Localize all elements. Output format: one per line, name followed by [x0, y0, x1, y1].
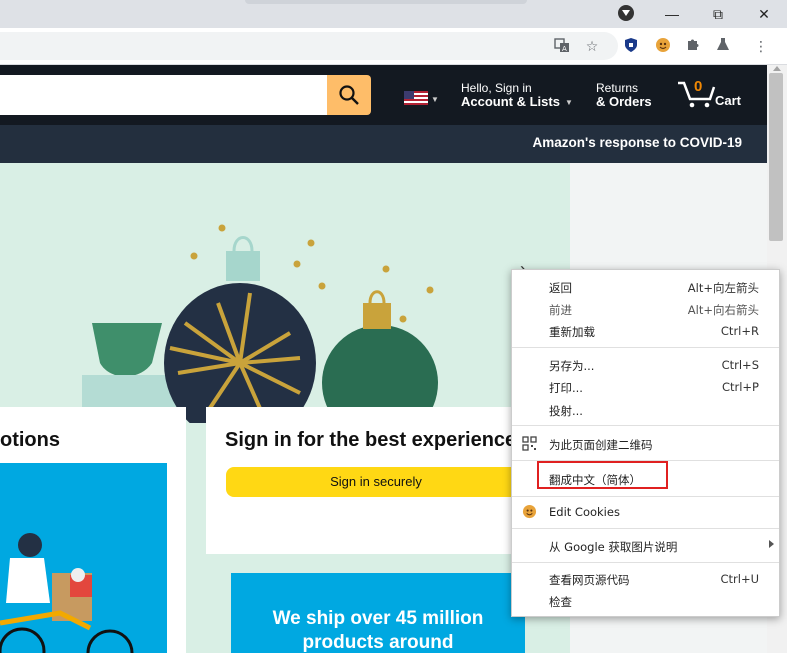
- returns-label[interactable]: Returns: [596, 81, 638, 95]
- chevron-down-icon: ▼: [565, 98, 573, 107]
- close-icon[interactable]: ✕: [741, 6, 787, 23]
- minimize-icon[interactable]: —: [649, 6, 695, 22]
- restore-icon[interactable]: ⧉: [695, 6, 741, 23]
- cyclist-illustration: [0, 533, 134, 658]
- orders-label[interactable]: & Orders: [596, 94, 652, 109]
- kebab-menu-icon[interactable]: ⋮: [752, 37, 770, 55]
- search-input[interactable]: [0, 75, 327, 115]
- menu-item-forward[interactable]: 前进 Alt+向右箭头: [512, 298, 779, 320]
- menu-separator: [512, 347, 779, 348]
- menu-separator: [512, 496, 779, 497]
- chevron-down-icon: ▼: [431, 95, 439, 104]
- ship-line-1: We ship over 45 million: [272, 608, 484, 629]
- cart-count: 0: [694, 78, 703, 95]
- ornaments-illustration: [82, 224, 438, 443]
- menu-item-google-lens[interactable]: 从 Google 获取图片说明: [512, 535, 779, 557]
- menu-item-view-source[interactable]: 查看网页源代码 Ctrl+U: [512, 568, 779, 590]
- browser-toolbar: A ☆ ⋮: [0, 28, 787, 65]
- browser-title-bar: — ⧉ ✕: [0, 0, 787, 28]
- menu-separator: [512, 562, 779, 563]
- amazon-nav-bar: ▼ Hello, Sign in Account & Lists ▼ Retur…: [0, 65, 767, 125]
- flask-icon[interactable]: [714, 37, 732, 55]
- signin-card: Sign in for the best experience Sign in …: [206, 407, 546, 554]
- hello-sign-in[interactable]: Hello, Sign in: [461, 81, 532, 95]
- covid-link[interactable]: Amazon's response to COVID-19: [532, 135, 742, 150]
- svg-text:A: A: [562, 45, 567, 53]
- window-controls: — ⧉ ✕: [649, 0, 787, 28]
- scroll-thumb[interactable]: [769, 73, 783, 241]
- search-button[interactable]: [327, 75, 371, 115]
- menu-item-edit-cookies[interactable]: Edit Cookies: [512, 501, 779, 523]
- sign-in-securely-button[interactable]: Sign in securely: [226, 467, 526, 497]
- context-menu: 返回 Alt+向左箭头 前进 Alt+向右箭头 重新加载 Ctrl+R 另存为.…: [511, 269, 780, 617]
- menu-item-inspect[interactable]: 检查: [512, 590, 779, 612]
- menu-item-save-as[interactable]: 另存为... Ctrl+S: [512, 354, 779, 376]
- menu-item-back[interactable]: 返回 Alt+向左箭头: [512, 276, 779, 298]
- cookie-extension-icon[interactable]: [654, 37, 672, 55]
- promo-image[interactable]: [0, 463, 167, 658]
- scroll-up-icon[interactable]: [773, 66, 781, 71]
- profile-icon[interactable]: [618, 5, 634, 21]
- qr-code-icon: [522, 436, 537, 451]
- account-lists[interactable]: Account & Lists: [461, 94, 560, 109]
- menu-item-reload[interactable]: 重新加载 Ctrl+R: [512, 320, 779, 342]
- menu-item-qr-code[interactable]: 为此页面创建二维码: [512, 433, 779, 455]
- card-title: otions: [0, 429, 60, 451]
- shipping-banner[interactable]: We ship over 45 million products around: [231, 573, 525, 653]
- us-flag-icon[interactable]: [404, 91, 428, 105]
- amazon-sub-nav: Amazon's response to COVID-19: [0, 125, 767, 163]
- menu-separator: [512, 425, 779, 426]
- search-icon: [339, 85, 359, 105]
- chevron-right-icon: [769, 540, 774, 548]
- promo-card-left[interactable]: otions: [0, 407, 186, 658]
- translate-highlight-box: [537, 461, 668, 489]
- menu-separator: [512, 528, 779, 529]
- translate-icon[interactable]: A: [553, 37, 571, 55]
- menu-item-print[interactable]: 打印... Ctrl+P: [512, 376, 779, 398]
- bookmark-star-icon[interactable]: ☆: [583, 37, 601, 55]
- menu-item-cast[interactable]: 投射...: [512, 399, 779, 421]
- ship-line-2: products around: [302, 632, 454, 653]
- puzzle-icon[interactable]: [684, 37, 702, 55]
- address-bar[interactable]: [0, 32, 618, 60]
- cookie-icon: [522, 504, 537, 519]
- shield-extension-icon[interactable]: [622, 37, 640, 55]
- browser-tab[interactable]: [245, 0, 527, 4]
- cart-label[interactable]: Cart: [715, 93, 741, 108]
- card-title: Sign in for the best experience: [225, 429, 517, 451]
